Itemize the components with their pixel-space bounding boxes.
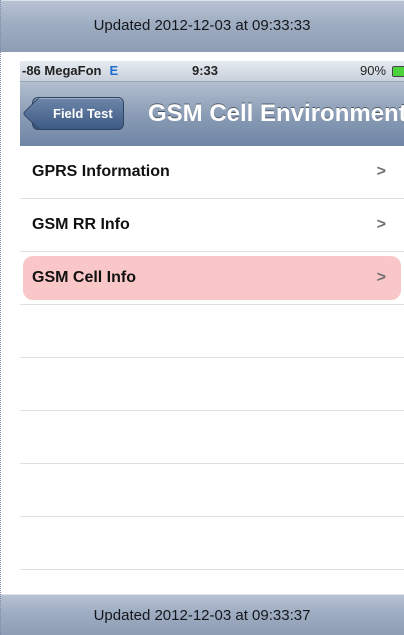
battery-percentage: 90% bbox=[360, 63, 387, 78]
top-update-text: Updated 2012-12-03 at 09:33:33 bbox=[93, 17, 311, 34]
empty-row bbox=[20, 464, 404, 517]
page-title: GSM Cell Environment bbox=[148, 100, 404, 127]
menu-list: GPRS Information > GSM RR Info > GSM Cel… bbox=[20, 146, 404, 570]
back-button-label: Field Test bbox=[53, 106, 113, 121]
back-arrow-icon bbox=[22, 97, 55, 130]
chevron-right-icon: > bbox=[376, 163, 386, 180]
row-label: GSM RR Info bbox=[32, 216, 130, 233]
empty-row bbox=[20, 305, 404, 358]
row-gsm-rr-info[interactable]: GSM RR Info > bbox=[20, 199, 404, 252]
bottom-update-text: Updated 2012-12-03 at 09:33:37 bbox=[93, 607, 311, 624]
field-test-back-button[interactable]: Field Test bbox=[22, 97, 124, 130]
empty-row bbox=[20, 411, 404, 464]
chevron-right-icon: > bbox=[376, 269, 386, 286]
carrier-info: -86 MegaFon E bbox=[22, 63, 118, 78]
row-label: GPRS Information bbox=[32, 163, 170, 180]
row-gsm-cell-info[interactable]: GSM Cell Info > bbox=[20, 252, 404, 305]
page-border bbox=[0, 0, 1, 635]
network-type-indicator: E bbox=[109, 63, 119, 78]
battery-fill bbox=[393, 67, 404, 76]
empty-row bbox=[20, 358, 404, 411]
battery-icon bbox=[392, 66, 404, 77]
status-bar: -86 MegaFon E 9:33 90% bbox=[20, 61, 404, 82]
chevron-right-icon: > bbox=[376, 216, 386, 233]
row-label: GSM Cell Info bbox=[32, 269, 136, 286]
bottom-update-banner: Updated 2012-12-03 at 09:33:37 bbox=[0, 594, 404, 635]
screenshot-page: Updated 2012-12-03 at 09:33:33 -86 MegaF… bbox=[0, 0, 404, 635]
row-gprs-information[interactable]: GPRS Information > bbox=[20, 146, 404, 199]
empty-row bbox=[20, 517, 404, 570]
navigation-bar: Field Test GSM Cell Environment bbox=[20, 82, 404, 147]
carrier-label: -86 MegaFon bbox=[22, 63, 102, 78]
clock: 9:33 bbox=[192, 63, 219, 78]
top-update-banner: Updated 2012-12-03 at 09:33:33 bbox=[0, 0, 404, 52]
